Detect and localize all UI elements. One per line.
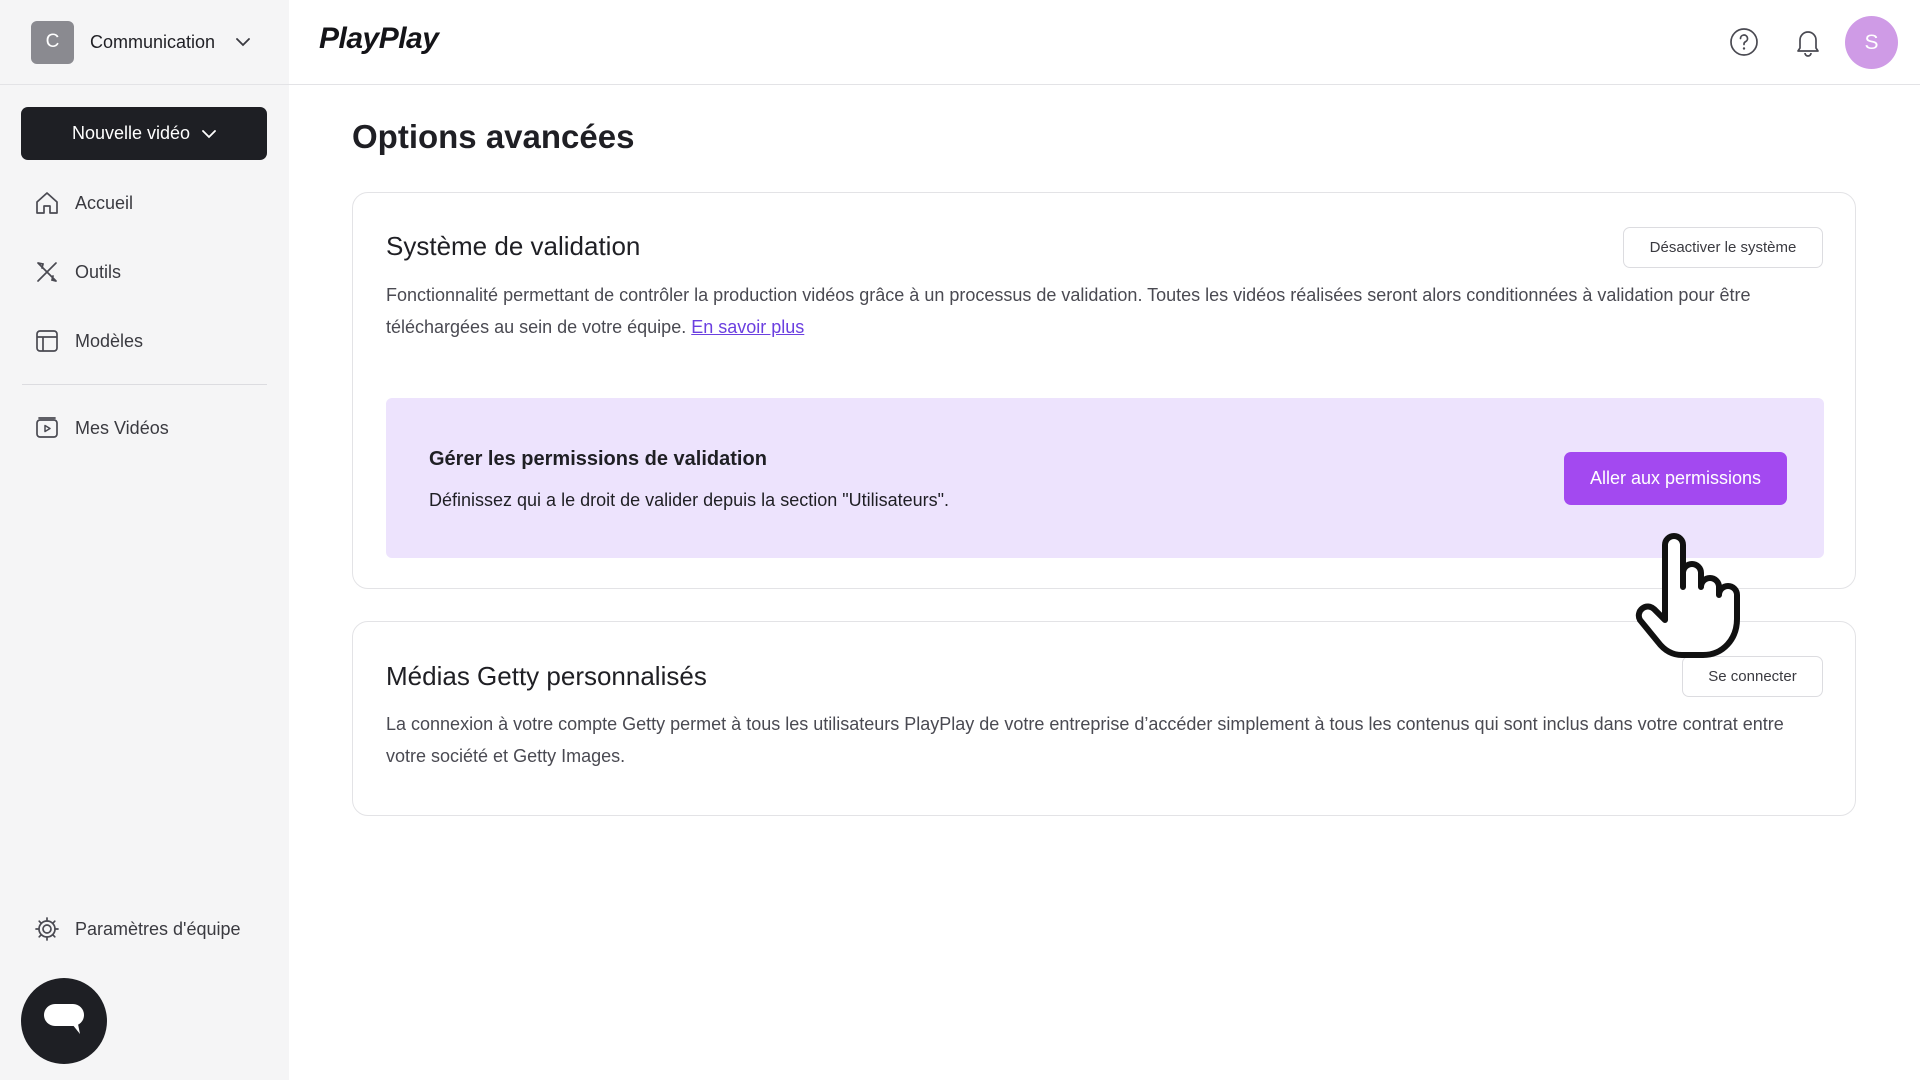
new-video-button[interactable]: Nouvelle vidéo [21, 107, 267, 160]
sidebar-item-outils[interactable]: Outils [33, 252, 121, 292]
chat-support-button[interactable] [21, 978, 107, 1064]
sidebar-item-label: Modèles [75, 330, 144, 351]
sidebar-item-mes-videos[interactable]: Mes Vidéos [33, 408, 169, 448]
sidebar-item-modeles[interactable]: Modèles [33, 321, 143, 361]
workspace-switcher[interactable]: C Communication [0, 0, 289, 85]
sidebar-item-label: Paramètres d'équipe [75, 918, 241, 939]
sidebar: C Communication Nouvelle vidéo Accueil O… [0, 0, 289, 1080]
getty-connect-button[interactable]: Se connecter [1682, 656, 1823, 697]
sidebar-divider [22, 384, 267, 385]
hand-pointer-icon [1630, 525, 1740, 660]
templates-icon [33, 327, 61, 355]
go-to-permissions-button[interactable]: Aller aux permissions [1564, 452, 1787, 505]
sidebar-item-accueil[interactable]: Accueil [33, 183, 133, 223]
page-title: Options avancées [352, 118, 635, 155]
sidebar-item-team-settings[interactable]: Paramètres d'équipe [33, 909, 241, 949]
playplay-logo[interactable]: PlayPlay [319, 22, 439, 56]
disable-system-button[interactable]: Désactiver le système [1623, 227, 1823, 268]
sidebar-item-label: Accueil [75, 192, 134, 213]
validation-description: Fonctionnalité permettant de contrôler l… [386, 279, 1826, 343]
sidebar-item-label: Mes Vidéos [75, 417, 169, 438]
chevron-down-icon [202, 123, 216, 144]
chat-icon [42, 1002, 86, 1041]
tools-icon [33, 258, 61, 286]
chevron-down-icon [233, 32, 253, 52]
sidebar-item-label: Outils [75, 261, 122, 282]
user-avatar[interactable]: S [1845, 16, 1898, 69]
help-icon[interactable] [1728, 26, 1760, 58]
permissions-title: Gérer les permissions de validation [429, 448, 767, 470]
learn-more-link[interactable]: En savoir plus [691, 317, 804, 337]
permissions-panel: Gérer les permissions de validation Défi… [386, 398, 1824, 558]
video-icon [33, 414, 61, 442]
home-icon [33, 189, 61, 217]
getty-title: Médias Getty personnalisés [386, 661, 707, 691]
new-video-label: Nouvelle vidéo [71, 123, 191, 143]
workspace-avatar: C [31, 20, 74, 64]
validation-title: Système de validation [386, 231, 641, 261]
top-bar: PlayPlay S [289, 0, 1920, 85]
gear-icon [33, 915, 61, 943]
workspace-name: Communication [90, 31, 216, 52]
bell-icon[interactable] [1792, 26, 1824, 58]
validation-description-text: Fonctionnalité permettant de contrôler l… [386, 285, 1751, 337]
permissions-description: Définissez qui a le droit de valider dep… [429, 490, 950, 510]
getty-description: La connexion à votre compte Getty permet… [386, 714, 1784, 766]
